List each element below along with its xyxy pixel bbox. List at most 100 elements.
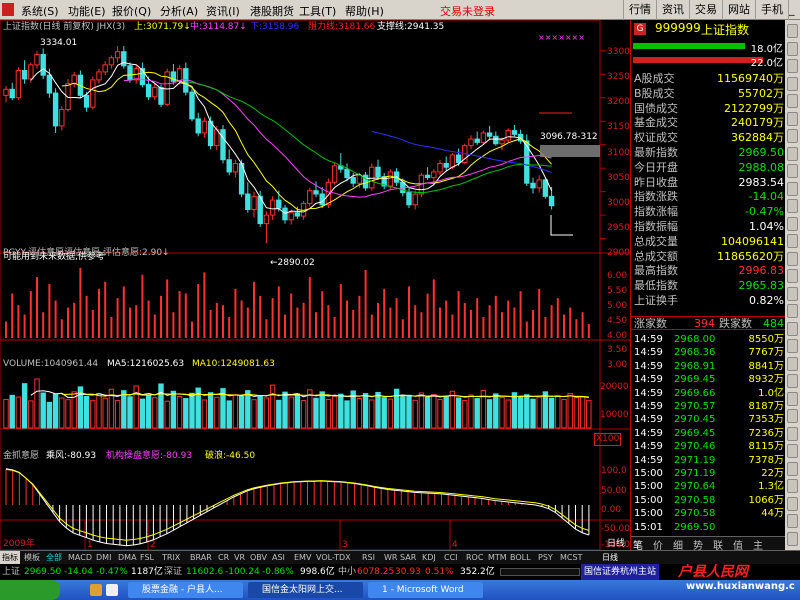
tool-button[interactable]: [787, 479, 798, 493]
indicator-tab[interactable]: MCST: [558, 551, 584, 564]
volume-bar: [381, 397, 387, 429]
ma10-label: MA10:1249081.63: [192, 359, 275, 369]
indicator-tab[interactable]: FSL: [138, 551, 156, 564]
tool-button[interactable]: [787, 286, 798, 301]
tool-button[interactable]: [787, 216, 798, 231]
volume-bar: [567, 393, 573, 429]
watermark-logo: 户县人民网: [678, 564, 748, 580]
tool-button[interactable]: [787, 76, 798, 91]
task-browser[interactable]: 股票金融 - 户县人...: [128, 582, 243, 598]
trade-time: 14:59: [634, 387, 663, 399]
tool-button[interactable]: [787, 531, 798, 546]
menu-tools[interactable]: 工具(T): [299, 3, 336, 19]
menu-hk-futures[interactable]: 港股期货: [250, 3, 294, 19]
tool-button[interactable]: [787, 269, 798, 283]
stock-code: 999999: [655, 21, 701, 35]
g-badge[interactable]: G: [634, 23, 646, 35]
tool-button[interactable]: [787, 59, 798, 73]
indicator-tab[interactable]: DMA: [116, 551, 139, 564]
indicator-tab[interactable]: OBV: [248, 551, 269, 564]
indicator-tab[interactable]: KDJ: [420, 551, 438, 564]
indicator-tab[interactable]: MACD: [66, 551, 94, 564]
task-trading[interactable]: 国信金太阳网上交...: [248, 582, 363, 598]
tool-button[interactable]: [787, 94, 798, 108]
indicator-tab[interactable]: VR: [232, 551, 247, 564]
trade-price: 2969.66: [674, 387, 716, 399]
tool-button[interactable]: [787, 409, 798, 423]
quick-launch-icon[interactable]: [90, 584, 102, 596]
tool-button[interactable]: [787, 514, 798, 528]
tool-button[interactable]: [787, 41, 798, 56]
tool-button[interactable]: [787, 24, 798, 38]
volume-bar: [369, 399, 375, 429]
tool-button[interactable]: [787, 426, 798, 441]
volume-bar: [263, 397, 270, 429]
tool-button[interactable]: [787, 251, 798, 266]
menu-help[interactable]: 帮助(H): [345, 3, 384, 19]
volume-bar: [443, 395, 449, 429]
tool-button[interactable]: [787, 111, 798, 126]
tool-button[interactable]: [787, 164, 798, 178]
pgyy-layer: [5, 267, 590, 338]
indicator-tab[interactable]: 模板: [22, 551, 42, 564]
buy-bar: [633, 43, 745, 49]
tool-button[interactable]: [787, 461, 798, 476]
menu-function[interactable]: 功能(E): [68, 3, 106, 19]
indicator-tab[interactable]: TRIX: [160, 551, 182, 564]
period-tab[interactable]: 日线: [600, 551, 620, 564]
tool-button[interactable]: [787, 374, 798, 388]
website-button[interactable]: 网站: [722, 0, 755, 20]
ytick-3000: 3000: [607, 198, 630, 208]
indicator-tab[interactable]: SAR: [398, 551, 418, 564]
tool-button[interactable]: [787, 129, 798, 143]
indicator-tab[interactable]: RSI: [360, 551, 377, 564]
menu-quote[interactable]: 报价(Q): [112, 3, 151, 19]
tool-button[interactable]: [787, 444, 798, 458]
indicator-tab[interactable]: 指标: [0, 551, 20, 564]
indicator-tab[interactable]: DMI: [94, 551, 113, 564]
menu-analysis[interactable]: 分析(A): [160, 3, 198, 19]
indicator-tab[interactable]: MTM: [486, 551, 509, 564]
tool-button[interactable]: [787, 304, 798, 318]
quote-button[interactable]: 行情: [623, 0, 656, 20]
minimize-icon[interactable]: _: [788, 0, 800, 20]
tool-button[interactable]: [787, 146, 798, 161]
indicator-tab[interactable]: PSY: [536, 551, 555, 564]
task-word[interactable]: 1 - Microsoft Word: [368, 582, 483, 598]
volume-bar: [356, 398, 363, 429]
indicator-tab[interactable]: EMV: [292, 551, 313, 564]
quick-launch-icon-2[interactable]: [106, 584, 118, 596]
tool-button[interactable]: [787, 339, 798, 353]
chart-area[interactable]: 1 2 3 4 上证指数(日线 前复权) JHX(3) 上:3071.79↓ 中:31…: [0, 20, 630, 550]
menu-info[interactable]: 资讯(I): [206, 3, 240, 19]
candle-body: [195, 118, 201, 134]
indicator-tab[interactable]: ROC: [464, 551, 485, 564]
indicator-tab[interactable]: BRAR: [188, 551, 214, 564]
indicator-tab[interactable]: ASI: [270, 551, 287, 564]
trade-button[interactable]: 交易: [689, 0, 722, 20]
stat-row: 总成交额 11865620万: [631, 250, 786, 264]
volume-bar: [338, 393, 344, 429]
tool-button[interactable]: [787, 199, 798, 213]
volume-bar: [183, 398, 189, 429]
indicator-tab[interactable]: CCI: [442, 551, 460, 564]
tool-button[interactable]: [787, 234, 798, 248]
menu-system[interactable]: 系统(S): [21, 3, 59, 19]
indicator-tab[interactable]: WR: [382, 551, 399, 564]
mobile-button[interactable]: 手机: [755, 0, 788, 20]
stat-value: 11865620万: [717, 249, 784, 263]
trade-login-warning[interactable]: 交易未登录: [440, 3, 495, 19]
vol-unit: X100: [594, 433, 622, 446]
news-button[interactable]: 资讯: [656, 0, 689, 20]
tool-button[interactable]: [787, 391, 798, 406]
start-button[interactable]: [0, 580, 60, 600]
indicator-tab[interactable]: 全部: [44, 551, 64, 564]
indicator-tab[interactable]: BOLL: [508, 551, 533, 564]
volume-bar: [201, 399, 208, 429]
tool-button[interactable]: [787, 356, 798, 371]
indicator-tab[interactable]: CR: [216, 551, 231, 564]
tool-button[interactable]: [787, 321, 798, 336]
tool-button[interactable]: [787, 496, 798, 511]
indicator-tab[interactable]: VOL-TDX: [314, 551, 353, 564]
tool-button[interactable]: [787, 181, 798, 196]
